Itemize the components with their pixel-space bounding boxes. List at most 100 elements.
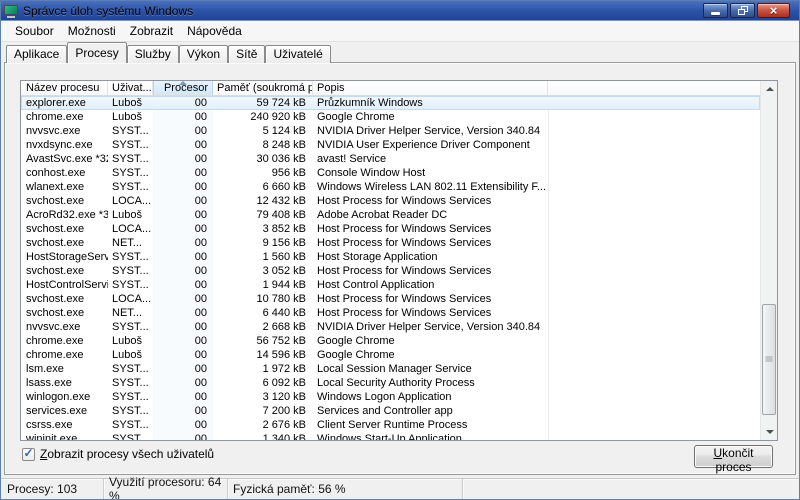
table-row[interactable]: wininit.exeSYST...001 340 kBWindows Star… [21, 432, 760, 440]
task-manager-icon [4, 5, 19, 18]
menu-item-napoveda[interactable]: Nápověda [180, 22, 249, 40]
cell-name: nvvsvc.exe [21, 320, 108, 334]
close-button[interactable]: × [757, 3, 790, 18]
tab-sluzby[interactable]: Služby [127, 45, 179, 63]
scroll-down-button[interactable] [761, 424, 778, 440]
scroll-up-button[interactable] [761, 81, 778, 97]
cell-cpu: 00 [153, 222, 213, 236]
tab-uzivatele[interactable]: Uživatelé [265, 45, 330, 63]
table-row[interactable]: nvxdsync.exeSYST...008 248 kBNVIDIA User… [21, 138, 760, 152]
table-row[interactable]: winlogon.exeSYST...003 120 kBWindows Log… [21, 390, 760, 404]
cell-desc: Local Session Manager Service [313, 362, 548, 376]
table-row[interactable]: svchost.exeNET...009 156 kBHost Process … [21, 236, 760, 250]
column-header-cpu[interactable]: Procesor [153, 81, 213, 95]
cell-mem: 3 120 kB [213, 390, 313, 404]
cell-mem: 2 676 kB [213, 418, 313, 432]
cell-user: Luboš [108, 110, 153, 124]
cell-mem: 3 052 kB [213, 264, 313, 278]
table-row[interactable]: services.exeSYST...007 200 kBServices an… [21, 404, 760, 418]
checkbox-box[interactable]: ✓ [22, 448, 35, 461]
cell-desc: Windows Wireless LAN 802.11 Extensibilit… [313, 180, 548, 194]
process-table: Název procesu Uživat... Procesor Paměť (… [20, 80, 778, 441]
cell-user: SYST... [108, 138, 153, 152]
column-header-memory[interactable]: Paměť (soukromá p... [213, 81, 313, 95]
tab-aplikace[interactable]: Aplikace [6, 45, 67, 63]
table-row[interactable]: AcroRd32.exe *32Luboš0079 408 kBAdobe Ac… [21, 208, 760, 222]
table-row[interactable]: chrome.exeLuboš0056 752 kBGoogle Chrome [21, 334, 760, 348]
cell-mem: 6 092 kB [213, 376, 313, 390]
table-row[interactable]: chrome.exeLuboš00240 920 kBGoogle Chrome [21, 110, 760, 124]
cell-name: svchost.exe [21, 222, 108, 236]
table-row[interactable]: HostStorageServi...SYST...001 560 kBHost… [21, 250, 760, 264]
cell-desc: Host Process for Windows Services [313, 306, 548, 320]
cell-mem: 6 440 kB [213, 306, 313, 320]
scrollbar-thumb[interactable] [762, 304, 776, 415]
cell-user: Luboš [108, 334, 153, 348]
table-row[interactable]: svchost.exeNET...006 440 kBHost Process … [21, 306, 760, 320]
table-row[interactable]: lsass.exeSYST...006 092 kBLocal Security… [21, 376, 760, 390]
table-row[interactable]: lsm.exeSYST...001 972 kBLocal Session Ma… [21, 362, 760, 376]
cell-name: winlogon.exe [21, 390, 108, 404]
table-row[interactable]: svchost.exeLOCA...0012 432 kBHost Proces… [21, 194, 760, 208]
checkbox-label: Zobrazit procesy všech uživatelů [40, 447, 214, 461]
table-row[interactable]: svchost.exeLOCA...0010 780 kBHost Proces… [21, 292, 760, 306]
cell-cpu: 00 [153, 334, 213, 348]
show-all-users-checkbox[interactable]: ✓ Zobrazit procesy všech uživatelů [22, 447, 214, 461]
tab-strip: Aplikace Procesy Služby Výkon Sítě Uživa… [6, 42, 331, 63]
cell-name: explorer.exe [21, 96, 108, 110]
table-row[interactable]: chrome.exeLuboš0014 596 kBGoogle Chrome [21, 348, 760, 362]
column-header-user[interactable]: Uživat... [108, 81, 153, 95]
table-row[interactable]: HostControlServic...SYST...001 944 kBHos… [21, 278, 760, 292]
cell-mem: 3 852 kB [213, 222, 313, 236]
title-bar[interactable]: Správce úloh systému Windows × [1, 1, 799, 21]
menu-item-soubor[interactable]: Soubor [8, 22, 61, 40]
table-row[interactable]: AvastSvc.exe *32SYST...0030 036 kBavast!… [21, 152, 760, 166]
menu-item-moznosti[interactable]: Možnosti [61, 22, 123, 40]
cell-mem: 1 560 kB [213, 250, 313, 264]
table-row[interactable]: nvvsvc.exeSYST...005 124 kBNVIDIA Driver… [21, 124, 760, 138]
restore-button[interactable] [730, 3, 755, 18]
tab-vykon[interactable]: Výkon [179, 45, 228, 63]
cell-cpu: 00 [153, 110, 213, 124]
cell-name: AcroRd32.exe *32 [21, 208, 108, 222]
table-row[interactable]: explorer.exeLuboš0059 724 kBPrůzkumník W… [21, 96, 760, 110]
cell-mem: 30 036 kB [213, 152, 313, 166]
cell-desc: Windows Logon Application [313, 390, 548, 404]
cell-cpu: 00 [153, 236, 213, 250]
table-row[interactable]: conhost.exeSYST...00956 kBConsole Window… [21, 166, 760, 180]
column-header-description[interactable]: Popis [313, 81, 548, 95]
cell-name: lsm.exe [21, 362, 108, 376]
column-header-name[interactable]: Název procesu [21, 81, 108, 95]
cell-mem: 5 124 kB [213, 124, 313, 138]
table-row[interactable]: nvvsvc.exeSYST...002 668 kBNVIDIA Driver… [21, 320, 760, 334]
close-icon: × [770, 4, 778, 17]
cell-cpu: 00 [153, 348, 213, 362]
column-header-filler [548, 81, 760, 95]
cell-mem: 240 920 kB [213, 110, 313, 124]
table-row[interactable]: svchost.exeLOCA...003 852 kBHost Process… [21, 222, 760, 236]
cell-mem: 956 kB [213, 166, 313, 180]
cell-cpu: 00 [153, 264, 213, 278]
table-row[interactable]: csrss.exeSYST...002 676 kBClient Server … [21, 418, 760, 432]
cell-desc: Google Chrome [313, 110, 548, 124]
cell-name: AvastSvc.exe *32 [21, 152, 108, 166]
cell-mem: 1 944 kB [213, 278, 313, 292]
cell-desc: Host Storage Application [313, 250, 548, 264]
table-row[interactable]: svchost.exeSYST...003 052 kBHost Process… [21, 264, 760, 278]
cell-user: SYST... [108, 152, 153, 166]
cell-name: svchost.exe [21, 264, 108, 278]
end-process-button[interactable]: Ukončit proces [694, 445, 773, 468]
vertical-scrollbar[interactable] [760, 81, 777, 440]
tab-procesy[interactable]: Procesy [67, 42, 126, 63]
tab-site[interactable]: Sítě [228, 45, 265, 63]
menu-item-zobrazit[interactable]: Zobrazit [123, 22, 180, 40]
cell-mem: 59 724 kB [213, 96, 313, 110]
table-row[interactable]: wlanext.exeSYST...006 660 kBWindows Wire… [21, 180, 760, 194]
minimize-button[interactable] [703, 3, 728, 18]
scroll-up-icon [766, 87, 774, 91]
status-cpu-usage: Využití procesoru: 64 % [104, 479, 228, 499]
cell-cpu: 00 [153, 138, 213, 152]
cell-user: SYST... [108, 278, 153, 292]
cell-cpu: 00 [153, 376, 213, 390]
cell-name: wlanext.exe [21, 180, 108, 194]
